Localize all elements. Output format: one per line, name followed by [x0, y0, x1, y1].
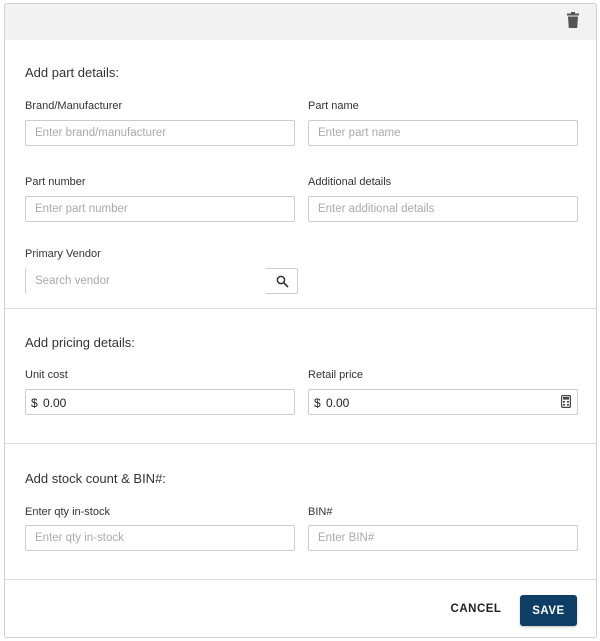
- qty-label: Enter qty in-stock: [25, 506, 110, 518]
- unit-cost-label: Unit cost: [25, 369, 68, 381]
- stock-details-title: Add stock count & BIN#:: [25, 471, 166, 486]
- cancel-button[interactable]: CANCEL: [441, 598, 511, 620]
- part-dialog: Add part details: Brand/Manufacturer Par…: [4, 3, 597, 638]
- retail-price-label: Retail price: [308, 369, 364, 381]
- section-divider: [5, 443, 596, 444]
- retail-price-input[interactable]: [326, 396, 426, 410]
- currency-symbol: $: [31, 396, 38, 410]
- footer-divider: [5, 579, 596, 580]
- qty-input[interactable]: [25, 525, 295, 551]
- unit-cost-input[interactable]: [43, 396, 143, 410]
- trash-icon[interactable]: [567, 12, 579, 28]
- save-button[interactable]: SAVE: [520, 595, 577, 626]
- vendor-search-field[interactable]: [25, 268, 298, 294]
- pricing-details-title: Add pricing details:: [25, 335, 135, 350]
- additional-details-input[interactable]: [308, 196, 578, 222]
- brand-label: Brand/Manufacturer: [25, 100, 123, 112]
- section-divider: [5, 308, 596, 309]
- unit-cost-field[interactable]: $: [25, 389, 295, 415]
- search-icon[interactable]: [276, 275, 289, 288]
- primary-vendor-label: Primary Vendor: [25, 248, 101, 260]
- additional-details-label: Additional details: [308, 176, 392, 188]
- calculator-icon[interactable]: [561, 395, 571, 408]
- part-number-label: Part number: [25, 176, 86, 188]
- part-details-title: Add part details:: [25, 65, 119, 80]
- part-name-input[interactable]: [308, 120, 578, 146]
- retail-price-field[interactable]: $: [308, 389, 578, 415]
- part-name-label: Part name: [308, 100, 359, 112]
- currency-symbol: $: [314, 396, 321, 410]
- part-number-input[interactable]: [25, 196, 295, 222]
- brand-input[interactable]: [25, 120, 295, 146]
- vendor-search-input[interactable]: [26, 268, 266, 294]
- dialog-toolbar: [5, 4, 596, 40]
- bin-label: BIN#: [308, 506, 333, 518]
- bin-input[interactable]: [308, 525, 578, 551]
